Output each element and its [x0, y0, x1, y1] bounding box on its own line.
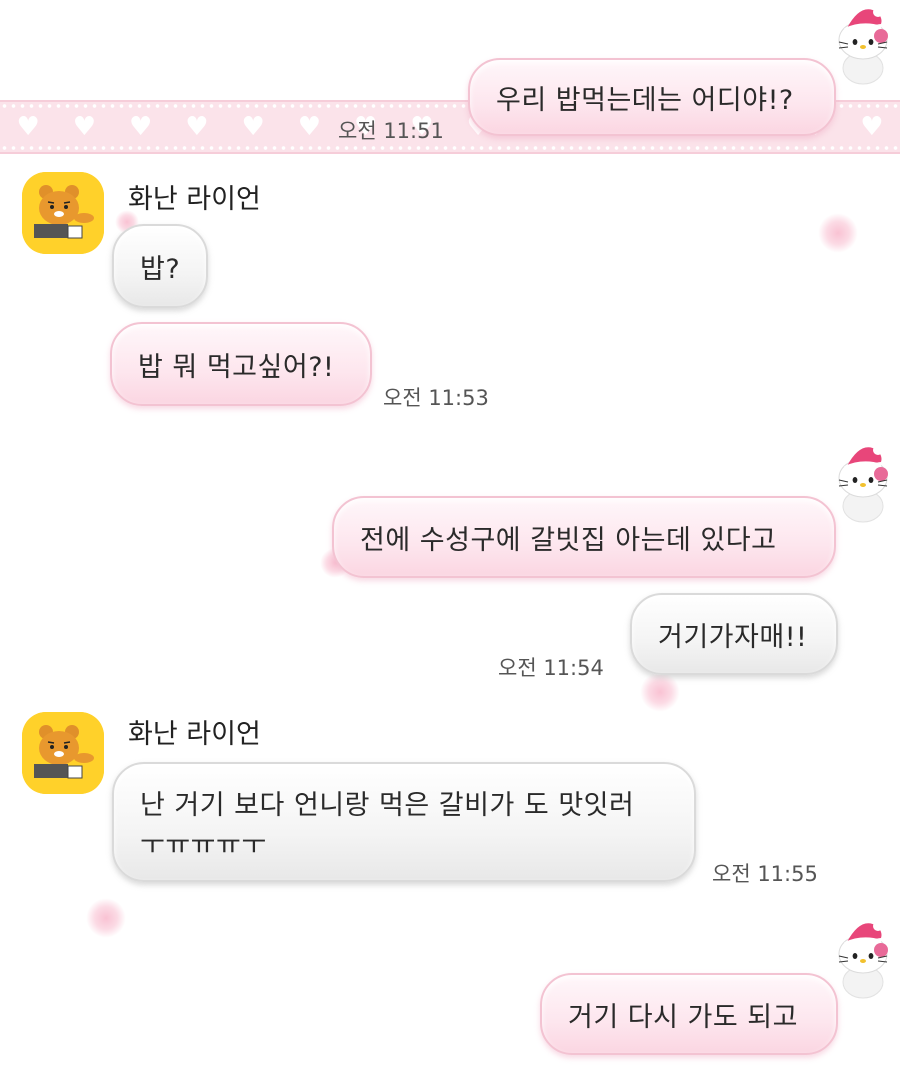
friend-message-bubble[interactable]: 밥 뭐 먹고싶어?! — [110, 322, 372, 406]
friend-message-bubble[interactable]: 밥? — [112, 224, 208, 308]
my-message-bubble[interactable]: 거기가자매!! — [630, 593, 838, 675]
pink-blob-decoration — [818, 213, 858, 253]
message-time: 오전 11:55 — [712, 862, 818, 886]
message-text: 우리 밥먹는데는 어디야!? — [496, 84, 794, 116]
message-time: 오전 11:53 — [383, 386, 489, 410]
sender-name: 화난 라이언 — [128, 719, 261, 750]
lace-dots — [0, 145, 900, 151]
friend-message-bubble[interactable]: 난 거기 보다 언니랑 먹은 갈비가 도 맛잇러 ㅜㅠㅠㅠㅜ — [112, 762, 696, 882]
hello-kitty-avatar-icon[interactable] — [833, 916, 895, 1000]
my-message-bubble[interactable]: 거기 다시 가도 되고 — [540, 973, 838, 1055]
message-text: 거기가자매!! — [658, 621, 808, 653]
message-time: 오전 11:54 — [498, 656, 604, 680]
message-text: 거기 다시 가도 되고 — [568, 1001, 798, 1033]
sender-name: 화난 라이언 — [128, 184, 261, 215]
ryan-avatar-icon[interactable] — [22, 712, 104, 794]
my-message-bubble[interactable]: 우리 밥먹는데는 어디야!? — [468, 58, 836, 136]
hello-kitty-avatar-icon[interactable] — [833, 440, 895, 524]
hello-kitty-avatar-icon[interactable] — [833, 2, 895, 86]
pink-blob-decoration — [640, 672, 680, 712]
message-text: 밥 뭐 먹고싶어?! — [138, 351, 335, 383]
ryan-avatar-icon[interactable] — [22, 172, 104, 254]
my-message-bubble[interactable]: 전에 수성구에 갈빗집 아는데 있다고 — [332, 496, 836, 578]
message-text: 전에 수성구에 갈빗집 아는데 있다고 — [360, 524, 777, 556]
message-text: 밥? — [140, 253, 181, 285]
message-time: 오전 11:51 — [338, 119, 444, 143]
pink-blob-decoration — [86, 898, 126, 938]
message-text: 난 거기 보다 언니랑 먹은 갈비가 도 맛잇러 ㅜㅠㅠㅠㅜ — [140, 790, 635, 861]
